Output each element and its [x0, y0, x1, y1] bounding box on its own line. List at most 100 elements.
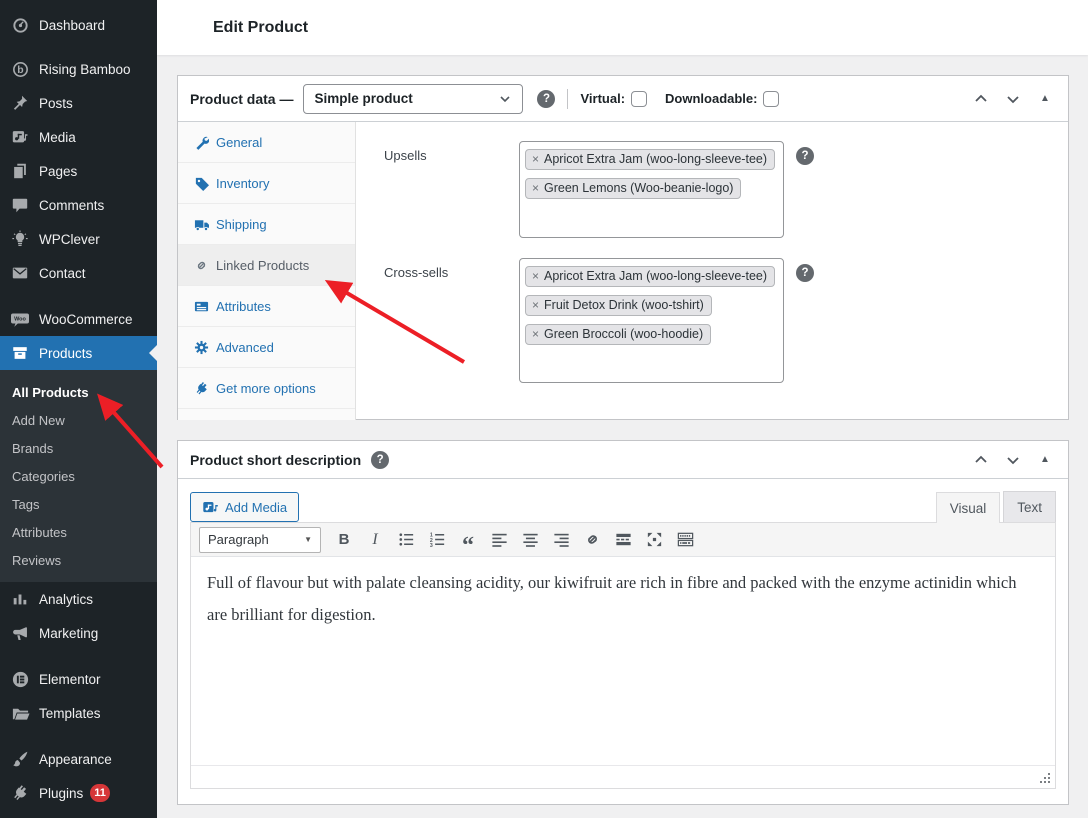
add-media-button[interactable]: Add Media: [190, 492, 299, 522]
read-more-button[interactable]: [610, 527, 636, 553]
tab-visual[interactable]: Visual: [936, 492, 1001, 523]
upsells-select-input[interactable]: × Apricot Extra Jam (woo-long-sleeve-tee…: [519, 141, 784, 238]
sidebar-item-woocommerce[interactable]: Woo WooCommerce: [0, 302, 157, 336]
submenu-item-categories[interactable]: Categories: [0, 462, 157, 490]
sidebar-item-contact[interactable]: Contact: [0, 256, 157, 290]
help-icon[interactable]: ?: [371, 451, 389, 469]
help-icon[interactable]: ?: [796, 147, 814, 165]
bar-chart-icon: [10, 589, 30, 609]
linked-products-panel: Upsells × Apricot Extra Jam (woo-long-sl…: [356, 122, 1068, 420]
plug-icon: [193, 380, 209, 396]
move-down-icon[interactable]: [1002, 449, 1024, 471]
sidebar-item-wpclever[interactable]: WPClever: [0, 222, 157, 256]
align-left-button[interactable]: [486, 527, 512, 553]
help-icon[interactable]: ?: [796, 264, 814, 282]
sidebar-item-label: Dashboard: [39, 18, 105, 33]
virtual-checkbox[interactable]: [631, 91, 647, 107]
selected-product-tag[interactable]: × Fruit Detox Drink (woo-tshirt): [525, 295, 712, 316]
tab-text[interactable]: Text: [1003, 491, 1056, 522]
move-down-icon[interactable]: [1002, 88, 1024, 110]
sidebar-item-comments[interactable]: Comments: [0, 188, 157, 222]
numbered-list-button[interactable]: 123: [424, 527, 450, 553]
selected-product-tag[interactable]: × Green Lemons (Woo-beanie-logo): [525, 178, 741, 199]
bold-button[interactable]: B: [331, 527, 357, 553]
remove-tag-icon[interactable]: ×: [532, 269, 539, 283]
tab-label: Inventory: [216, 176, 269, 191]
sidebar-item-dashboard[interactable]: Dashboard: [0, 8, 157, 42]
sidebar-item-templates[interactable]: Templates: [0, 696, 157, 730]
tab-get-more-options[interactable]: Get more options: [178, 368, 355, 409]
bulleted-list-button[interactable]: [393, 527, 419, 553]
submenu-item-add-new[interactable]: Add New: [0, 406, 157, 434]
selected-product-tag[interactable]: × Apricot Extra Jam (woo-long-sleeve-tee…: [525, 149, 775, 170]
sidebar-item-label: WooCommerce: [39, 312, 133, 327]
sidebar-item-media[interactable]: Media: [0, 120, 157, 154]
italic-button[interactable]: I: [362, 527, 388, 553]
move-up-icon[interactable]: [970, 449, 992, 471]
sidebar-item-marketing[interactable]: Marketing: [0, 616, 157, 650]
sidebar-item-pages[interactable]: Pages: [0, 154, 157, 188]
link-icon: [193, 257, 209, 273]
sidebar-item-products[interactable]: Products: [0, 336, 157, 370]
sidebar-item-appearance[interactable]: Appearance: [0, 742, 157, 776]
woocommerce-icon: Woo: [10, 309, 30, 329]
paragraph-format-select[interactable]: Paragraph ▼: [199, 527, 321, 553]
selected-product-tag[interactable]: × Green Broccoli (woo-hoodie): [525, 324, 711, 345]
editor-content-area[interactable]: Full of flavour but with palate cleansin…: [191, 557, 1055, 765]
page-header: Edit Product: [157, 0, 1088, 55]
sidebar-item-analytics[interactable]: Analytics: [0, 582, 157, 616]
sidebar-item-posts[interactable]: Posts: [0, 86, 157, 120]
tab-linked-products[interactable]: Linked Products: [178, 245, 355, 286]
tab-inventory[interactable]: Inventory: [178, 163, 355, 204]
sidebar-item-label: Plugins: [39, 786, 83, 801]
help-icon[interactable]: ?: [537, 90, 555, 108]
sidebar-item-elementor[interactable]: Elementor: [0, 662, 157, 696]
align-center-button[interactable]: [517, 527, 543, 553]
tag-label: Apricot Extra Jam (woo-long-sleeve-tee): [544, 269, 767, 283]
media-icon: [10, 127, 30, 147]
keyboard-shortcuts-button[interactable]: [672, 527, 698, 553]
sidebar-item-plugins[interactable]: Plugins 11: [0, 776, 157, 810]
move-up-icon[interactable]: [970, 88, 992, 110]
submenu-label: Attributes: [12, 525, 67, 540]
remove-tag-icon[interactable]: ×: [532, 181, 539, 195]
submenu-item-all-products[interactable]: All Products: [0, 378, 157, 406]
wrench-icon: [193, 134, 209, 150]
downloadable-label: Downloadable:: [665, 91, 757, 106]
tab-general[interactable]: General: [178, 122, 355, 163]
upsells-label: Upsells: [384, 141, 519, 163]
collapse-panel-icon[interactable]: ▲: [1034, 454, 1056, 465]
submenu-item-tags[interactable]: Tags: [0, 490, 157, 518]
product-data-title: Product data —: [190, 91, 293, 107]
tab-shipping[interactable]: Shipping: [178, 204, 355, 245]
submenu-label: All Products: [12, 385, 89, 400]
remove-tag-icon[interactable]: ×: [532, 298, 539, 312]
cross-sells-select-input[interactable]: × Apricot Extra Jam (woo-long-sleeve-tee…: [519, 258, 784, 383]
plug-icon: [10, 783, 30, 803]
submenu-item-attributes[interactable]: Attributes: [0, 518, 157, 546]
tab-attributes[interactable]: Attributes: [178, 286, 355, 327]
svg-text:b: b: [17, 65, 23, 76]
resize-grip-handle[interactable]: [1037, 770, 1051, 784]
tab-advanced[interactable]: Advanced: [178, 327, 355, 368]
editor-toolbar: Paragraph ▼ B I 123 “: [191, 523, 1055, 557]
blockquote-button[interactable]: “: [455, 527, 481, 553]
sidebar-item-label: Contact: [39, 266, 86, 281]
align-right-button[interactable]: [548, 527, 574, 553]
submenu-item-reviews[interactable]: Reviews: [0, 546, 157, 574]
link-button[interactable]: [579, 527, 605, 553]
submenu-item-brands[interactable]: Brands: [0, 434, 157, 462]
virtual-label: Virtual:: [580, 91, 625, 106]
remove-tag-icon[interactable]: ×: [532, 327, 539, 341]
cross-sells-label: Cross-sells: [384, 258, 519, 280]
sidebar-item-rising-bamboo[interactable]: b Rising Bamboo: [0, 52, 157, 86]
selected-product-tag[interactable]: × Apricot Extra Jam (woo-long-sleeve-tee…: [525, 266, 775, 287]
tag-label: Apricot Extra Jam (woo-long-sleeve-tee): [544, 152, 767, 166]
product-type-select[interactable]: Simple product: [303, 84, 523, 114]
collapse-panel-icon[interactable]: ▲: [1034, 93, 1056, 104]
fullscreen-button[interactable]: [641, 527, 667, 553]
remove-tag-icon[interactable]: ×: [532, 152, 539, 166]
plugins-count-badge: 11: [90, 784, 110, 802]
cross-sells-field-row: Cross-sells × Apricot Extra Jam (woo-lon…: [384, 258, 1068, 383]
downloadable-checkbox[interactable]: [763, 91, 779, 107]
